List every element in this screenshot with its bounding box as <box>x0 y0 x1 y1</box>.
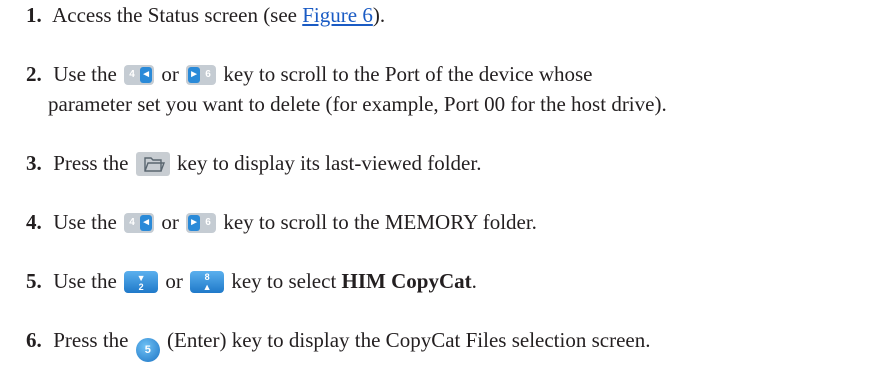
step-1: 1. Access the Status screen (see Figure … <box>26 0 385 30</box>
step-text: key to scroll to the MEMORY folder. <box>223 210 537 234</box>
right-arrow-6-key-icon: ► 6 <box>186 65 217 85</box>
step-text: Use the <box>53 62 123 86</box>
step-text: key to select <box>231 269 342 293</box>
step-2-continuation: parameter set you want to delete (for ex… <box>48 92 667 116</box>
step-number: 1. <box>26 3 42 27</box>
step-5: 5. Use the ▼ 2 or 8 ▲ key to select HIM … <box>26 266 477 296</box>
left-arrow-4-key-icon: 4 ◄ <box>124 213 155 233</box>
step-3: 3. Press the key to display its last-vie… <box>26 148 481 178</box>
step-text: Access the Status screen (see <box>52 3 303 27</box>
step-text: Use the <box>53 269 123 293</box>
or-text: or <box>165 269 183 293</box>
step-text: (Enter) key to display the CopyCat Files… <box>167 328 651 352</box>
step-2: 2. Use the 4 ◄ or ► 6 key to scroll to t… <box>26 59 593 89</box>
step-text: key to scroll to the Port of the device … <box>223 62 593 86</box>
figure-6-link[interactable]: Figure 6 <box>302 3 373 27</box>
step-text: ). <box>372 3 386 27</box>
step-number: 5. <box>26 269 42 293</box>
step-4: 4. Use the 4 ◄ or ► 6 key to scroll to t… <box>26 207 537 237</box>
step-6: 6. Press the 5 (Enter) key to display th… <box>26 325 650 362</box>
step-number: 3. <box>26 151 42 175</box>
right-arrow-6-key-icon: ► 6 <box>186 213 217 233</box>
down-arrow-2-key-icon: ▼ 2 <box>124 271 159 293</box>
enter-5-key-icon: 5 <box>135 338 160 362</box>
step-number: 2. <box>26 62 42 86</box>
step-number: 4. <box>26 210 42 234</box>
step-text: Press the <box>53 151 134 175</box>
step-text: key to display its last-viewed folder. <box>177 151 482 175</box>
step-text: Use the <box>53 210 123 234</box>
him-copycat-label: HIM CopyCat <box>341 269 472 293</box>
step-text: Press the <box>53 328 134 352</box>
up-arrow-8-key-icon: 8 ▲ <box>190 271 225 293</box>
left-arrow-4-key-icon: 4 ◄ <box>124 65 155 85</box>
or-text: or <box>161 210 179 234</box>
folder-key-icon <box>135 152 170 176</box>
step-text: . <box>471 269 477 293</box>
step-number: 6. <box>26 328 42 352</box>
or-text: or <box>161 62 179 86</box>
